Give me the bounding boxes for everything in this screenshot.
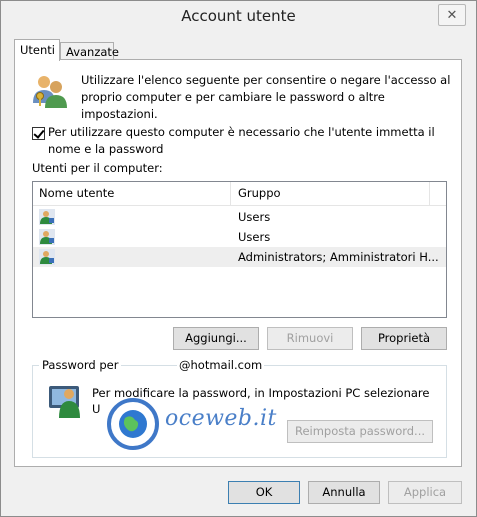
account-email: @hotmail.com — [177, 358, 265, 372]
password-group-title: Password per — [39, 358, 122, 372]
ok-button[interactable]: OK — [228, 481, 300, 504]
users-list[interactable]: Nome utente Gruppo Users Users Administr… — [32, 181, 447, 318]
user-group-cell: Users — [238, 230, 271, 244]
users-tab-panel: Utilizzare l'elenco seguente per consent… — [14, 59, 462, 467]
require-login-label[interactable]: Per utilizzare questo computer è necessa… — [48, 124, 458, 158]
globe-logo-icon — [107, 398, 159, 450]
column-header-group[interactable]: Gruppo — [238, 186, 281, 200]
watermark-text: oceweb.it — [165, 406, 277, 431]
user-icon — [39, 209, 55, 225]
close-button[interactable]: ✕ — [438, 4, 466, 26]
tab-users[interactable]: Utenti — [14, 39, 60, 61]
table-row[interactable]: Users — [33, 207, 446, 227]
password-group: Password per @hotmail.com Per modificare… — [32, 358, 447, 458]
account-dialog: Account utente ✕ Utenti Avanzate Utilizz… — [0, 0, 477, 517]
column-divider[interactable] — [429, 182, 430, 206]
users-heading: Utenti per il computer: — [32, 161, 163, 175]
window-title: Account utente — [181, 7, 296, 25]
user-icon — [39, 249, 55, 265]
properties-button[interactable]: Proprietà — [361, 327, 447, 350]
column-divider[interactable] — [230, 182, 231, 206]
users-icon — [33, 76, 67, 108]
user-group-cell: Administrators; Amministratori H... — [238, 250, 439, 264]
table-row[interactable]: Administrators; Amministratori H... — [33, 247, 446, 267]
list-header: Nome utente Gruppo — [33, 182, 446, 206]
apply-button[interactable]: Applica — [388, 481, 462, 504]
reset-password-button[interactable]: Reimposta password... — [287, 420, 433, 443]
cancel-button[interactable]: Annulla — [308, 481, 380, 504]
close-icon: ✕ — [446, 7, 458, 23]
user-icon — [39, 229, 55, 245]
user-password-icon — [49, 386, 80, 418]
table-row[interactable]: Users — [33, 227, 446, 247]
title-bar: Account utente ✕ — [1, 1, 476, 33]
add-user-button[interactable]: Aggiungi... — [173, 327, 259, 350]
intro-text: Utilizzare l'elenco seguente per consent… — [81, 73, 451, 121]
oceweb-watermark: oceweb.it — [107, 398, 287, 450]
user-group-cell: Users — [238, 210, 271, 224]
require-login-checkbox[interactable] — [32, 127, 45, 140]
column-header-username[interactable]: Nome utente — [39, 186, 114, 200]
remove-user-button[interactable]: Rimuovi — [267, 327, 353, 350]
